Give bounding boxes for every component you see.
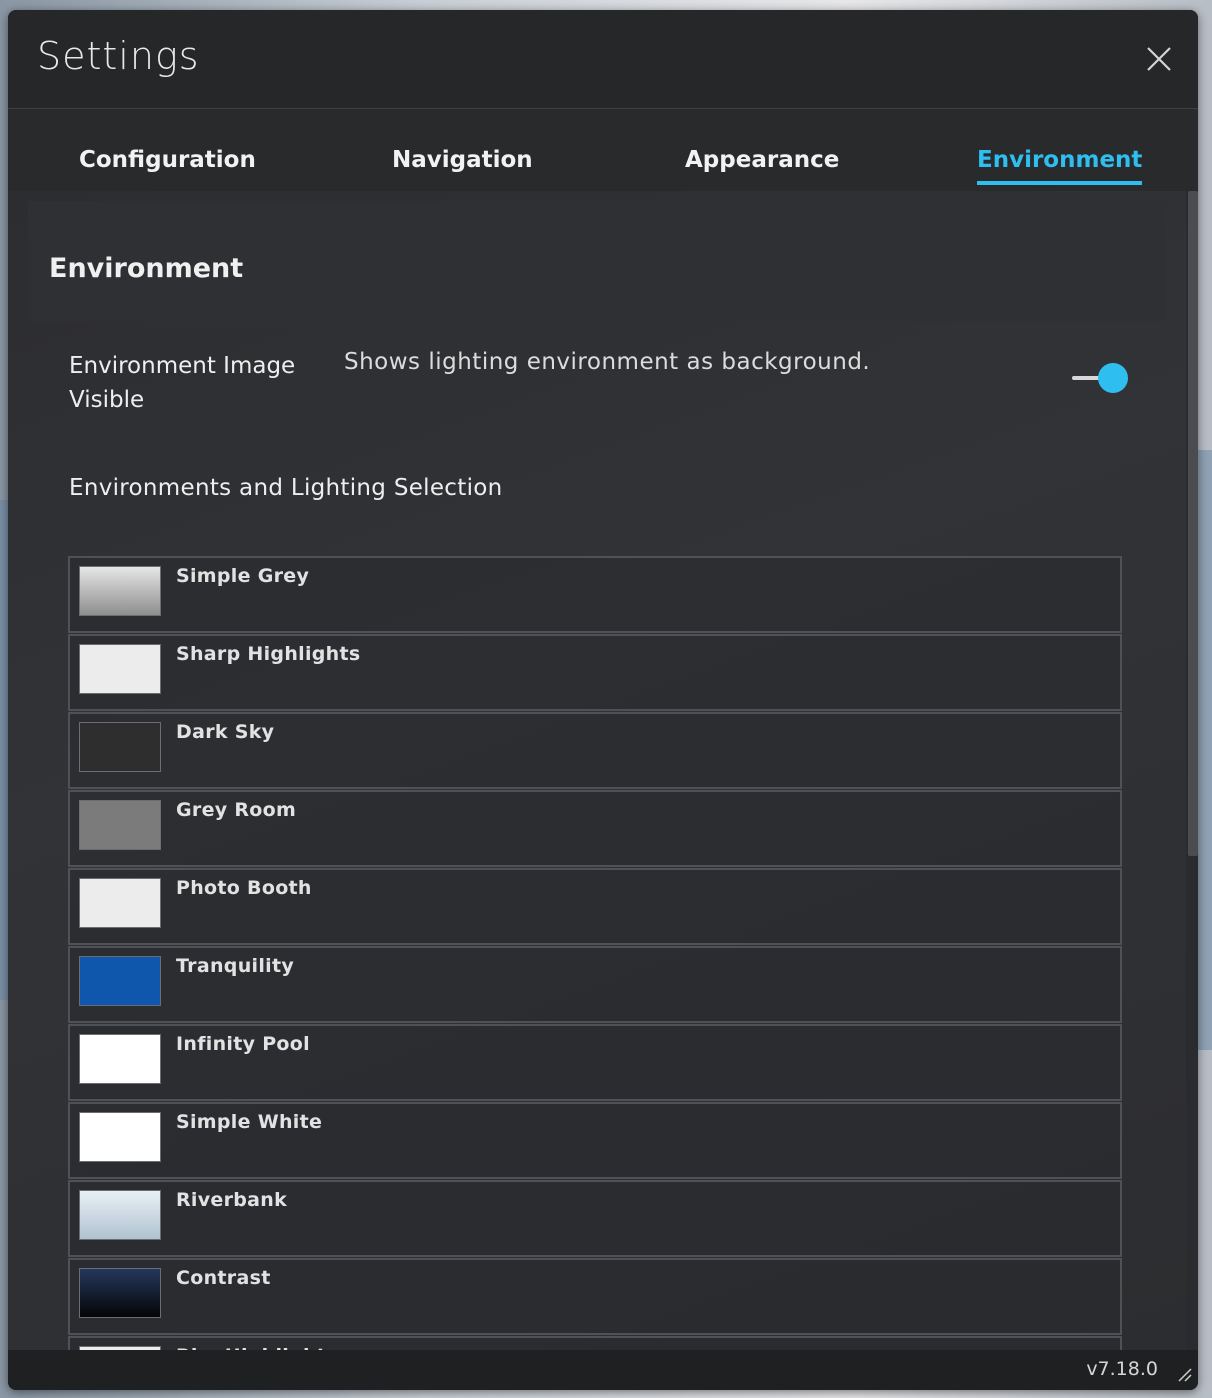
resize-handle[interactable] bbox=[1176, 1366, 1192, 1382]
close-icon bbox=[1147, 47, 1171, 71]
tab-appearance[interactable]: Appearance bbox=[685, 147, 839, 181]
environment-swatch bbox=[79, 1034, 161, 1084]
settings-dialog: Settings Configuration Navigation Appear… bbox=[8, 10, 1198, 1390]
environment-item[interactable]: Contrast bbox=[68, 1258, 1122, 1335]
environment-swatch bbox=[79, 566, 161, 616]
environment-swatch bbox=[79, 722, 161, 772]
environment-swatch bbox=[79, 878, 161, 928]
environment-label: Contrast bbox=[176, 1267, 271, 1289]
environment-label: Infinity Pool bbox=[176, 1033, 310, 1055]
toggle-knob bbox=[1098, 363, 1128, 393]
settings-content: Environment Environment Image Visible Sh… bbox=[8, 191, 1186, 1350]
list-title: Environments and Lighting Selection bbox=[69, 475, 503, 501]
tab-navigation[interactable]: Navigation bbox=[392, 147, 533, 181]
tab-bar: Configuration Navigation Appearance Envi… bbox=[8, 109, 1198, 191]
environment-swatch bbox=[79, 956, 161, 1006]
environment-label: Sharp Highlights bbox=[176, 643, 361, 665]
environment-label: Riverbank bbox=[176, 1189, 288, 1211]
dialog-header: Settings bbox=[8, 10, 1198, 109]
environment-item[interactable]: Sharp Highlights bbox=[68, 634, 1122, 711]
scrollbar[interactable] bbox=[1186, 191, 1198, 1350]
environment-item[interactable]: Simple White bbox=[68, 1102, 1122, 1179]
environment-label: Grey Room bbox=[176, 799, 297, 821]
environment-label: Simple White bbox=[176, 1111, 323, 1133]
environment-list: Simple Grey Sharp Highlights Dark Sky Grey … bbox=[68, 556, 1122, 1350]
environment-label: Dark Sky bbox=[176, 721, 275, 743]
environment-swatch bbox=[79, 1190, 161, 1240]
environment-item[interactable]: Grey Room bbox=[68, 790, 1122, 867]
dialog-footer: v7.18.0 bbox=[8, 1350, 1198, 1390]
environment-item[interactable]: Infinity Pool bbox=[68, 1024, 1122, 1101]
environment-swatch bbox=[79, 1268, 161, 1318]
background-scene-right bbox=[1198, 450, 1212, 1050]
environment-item[interactable]: Riverbank bbox=[68, 1180, 1122, 1257]
close-button[interactable] bbox=[1146, 46, 1172, 72]
environment-label: Simple Grey bbox=[176, 565, 310, 587]
environment-swatch bbox=[79, 644, 161, 694]
dialog-title: Settings bbox=[37, 34, 200, 78]
environment-label: Tranquility bbox=[176, 955, 295, 977]
scrollbar-thumb[interactable] bbox=[1188, 191, 1198, 856]
section-title: Environment bbox=[49, 253, 244, 284]
setting-label: Environment Image Visible bbox=[69, 353, 296, 413]
tab-configuration[interactable]: Configuration bbox=[79, 147, 256, 181]
environment-item[interactable]: Dark Sky bbox=[68, 712, 1122, 789]
environment-item[interactable]: Simple Grey bbox=[68, 556, 1122, 633]
environment-label: Photo Booth bbox=[176, 877, 312, 899]
environment-visible-toggle[interactable] bbox=[1070, 361, 1128, 395]
environment-item[interactable]: Rim Highlights bbox=[68, 1336, 1122, 1350]
environment-item[interactable]: Tranquility bbox=[68, 946, 1122, 1023]
tab-environment[interactable]: Environment bbox=[977, 147, 1143, 185]
resize-grip-icon bbox=[1178, 1368, 1192, 1382]
environment-item[interactable]: Photo Booth bbox=[68, 868, 1122, 945]
version-label: v7.18.0 bbox=[1086, 1358, 1158, 1380]
setting-description: Shows lighting environment as background… bbox=[344, 349, 871, 375]
environment-swatch bbox=[79, 1112, 161, 1162]
background-scene bbox=[0, 500, 8, 1000]
environment-swatch bbox=[79, 800, 161, 850]
